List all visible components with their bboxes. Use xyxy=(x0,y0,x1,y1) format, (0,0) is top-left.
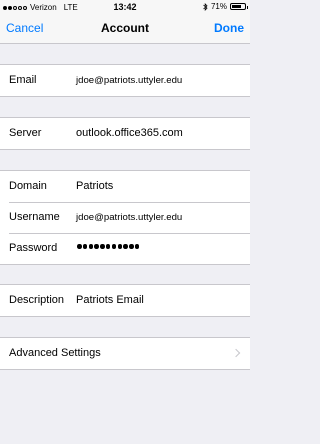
bluetooth-icon xyxy=(203,2,208,11)
page-title: Account xyxy=(101,21,149,35)
server-row[interactable]: Server outlook.office365.com xyxy=(0,118,250,149)
domain-field[interactable]: Patriots xyxy=(76,180,113,192)
description-group: Description Patriots Email xyxy=(0,284,250,317)
password-dot xyxy=(111,244,117,249)
password-dot xyxy=(88,244,94,249)
battery-icon xyxy=(230,3,248,10)
username-field[interactable]: jdoe@patriots.uttyler.edu xyxy=(76,212,182,223)
description-row[interactable]: Description Patriots Email xyxy=(0,285,250,316)
password-dot xyxy=(77,244,82,249)
server-group: Server outlook.office365.com xyxy=(0,117,250,150)
password-label: Password xyxy=(9,242,58,254)
done-button[interactable]: Done xyxy=(214,21,244,35)
email-group: Email jdoe@patriots.uttyler.edu xyxy=(0,64,250,97)
server-label: Server xyxy=(9,127,42,139)
password-dot xyxy=(129,244,134,249)
navigation-bar: Cancel Account Done xyxy=(0,14,250,44)
description-label: Description xyxy=(9,294,65,306)
description-field[interactable]: Patriots Email xyxy=(76,294,144,306)
server-field[interactable]: outlook.office365.com xyxy=(76,127,183,139)
password-dot xyxy=(94,244,99,249)
username-label: Username xyxy=(9,211,60,223)
battery-percent: 71% xyxy=(210,2,227,11)
password-dot xyxy=(82,244,88,249)
status-bar: Verizon LTE 13:42 71% xyxy=(0,0,250,14)
password-dot xyxy=(123,244,128,249)
username-row[interactable]: Username jdoe@patriots.uttyler.edu xyxy=(0,202,250,233)
battery-level xyxy=(232,5,241,8)
password-row[interactable]: Password xyxy=(0,233,250,264)
password-dot xyxy=(100,244,105,249)
domain-label: Domain xyxy=(9,180,47,192)
domain-row[interactable]: Domain Patriots xyxy=(0,171,250,202)
password-field[interactable] xyxy=(77,244,140,249)
email-label: Email xyxy=(9,74,37,86)
chevron-right-icon xyxy=(231,348,241,358)
status-right: 71% xyxy=(203,2,248,11)
credentials-group: Domain Patriots Username jdoe@patriots.u… xyxy=(0,170,250,265)
password-dot xyxy=(134,244,140,249)
password-dot xyxy=(117,244,123,249)
advanced-settings-row[interactable]: Advanced Settings xyxy=(0,338,250,369)
email-field[interactable]: jdoe@patriots.uttyler.edu xyxy=(76,75,182,86)
email-row[interactable]: Email jdoe@patriots.uttyler.edu xyxy=(0,65,250,96)
advanced-group: Advanced Settings xyxy=(0,337,250,370)
advanced-settings-label: Advanced Settings xyxy=(9,347,101,359)
password-dot xyxy=(105,244,111,249)
